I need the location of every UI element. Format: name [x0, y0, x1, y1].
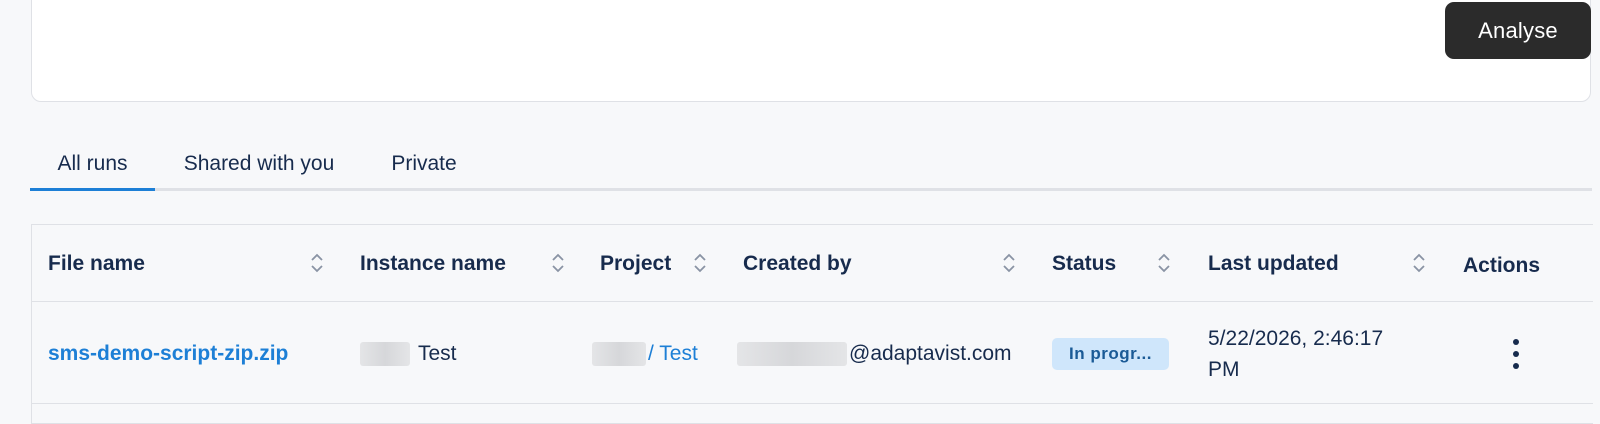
sort-icon[interactable]	[1157, 252, 1171, 274]
project-cell: / Test	[592, 303, 698, 404]
sort-icon[interactable]	[1412, 252, 1426, 274]
column-header-created-by[interactable]: Created by	[743, 225, 852, 302]
column-header-actions: Actions	[1463, 253, 1541, 277]
project-link[interactable]: / Test	[648, 342, 698, 366]
last-updated-date: 5/22/2026, 2:46:17	[1208, 326, 1384, 350]
tab-all-runs[interactable]: All runs	[30, 140, 155, 191]
sort-icon[interactable]	[551, 252, 565, 274]
analyse-panel: Analyse	[31, 0, 1591, 102]
runs-tabs: All runs Shared with you Private	[30, 140, 1592, 191]
runs-table: File name Instance name Project Created …	[31, 224, 1593, 424]
analyse-button[interactable]: Analyse	[1445, 2, 1591, 59]
column-header-status[interactable]: Status	[1052, 225, 1116, 302]
redacted-text	[360, 341, 410, 366]
created-by-cell: @adaptavist.com	[737, 303, 1012, 404]
file-name-cell: sms-demo-script-zip.zip	[48, 303, 288, 404]
redacted-text	[737, 341, 847, 366]
column-header-file-name[interactable]: File name	[48, 225, 145, 302]
tab-private[interactable]: Private	[386, 140, 462, 188]
instance-name-cell: Test	[360, 303, 457, 404]
last-updated-cell: 5/22/2026, 2:46:17 PM	[1208, 303, 1383, 404]
sort-icon[interactable]	[1002, 252, 1016, 274]
instance-name-text: Test	[418, 341, 457, 365]
created-by-email: @adaptavist.com	[849, 341, 1012, 365]
tab-shared-with-you[interactable]: Shared with you	[178, 140, 340, 188]
redacted-text	[592, 341, 646, 366]
status-cell: In progr...	[1052, 303, 1169, 404]
status-badge: In progr...	[1052, 337, 1169, 370]
column-header-project[interactable]: Project	[600, 225, 671, 302]
sort-icon[interactable]	[693, 252, 707, 274]
last-updated-time-suffix: PM	[1208, 357, 1240, 381]
sort-icon[interactable]	[310, 252, 324, 274]
column-header-instance-name[interactable]: Instance name	[360, 225, 506, 302]
table-row: sms-demo-script-zip.zip Test / Test @ada…	[32, 303, 1593, 404]
file-name-link[interactable]: sms-demo-script-zip.zip	[48, 342, 288, 366]
column-header-last-updated[interactable]: Last updated	[1208, 225, 1339, 302]
more-vertical-icon[interactable]	[1510, 339, 1522, 369]
table-header: File name Instance name Project Created …	[32, 225, 1593, 302]
